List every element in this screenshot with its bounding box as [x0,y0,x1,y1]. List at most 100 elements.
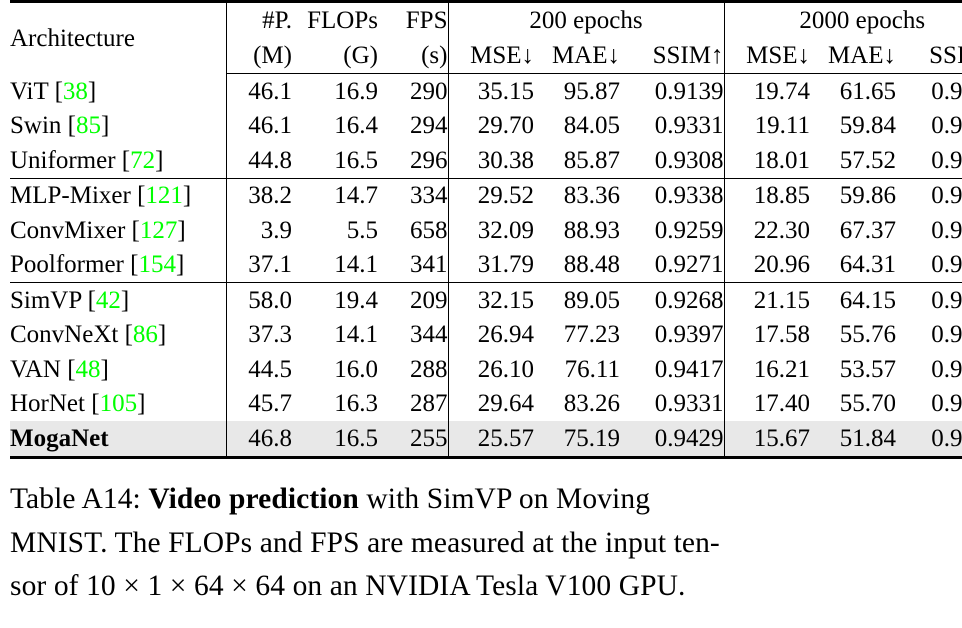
citation-number[interactable]: 105 [100,390,138,417]
cell-mse-2000: 20.96 [723,247,810,283]
header-fps-unit: (s) [378,37,448,74]
arch-name: MogaNet [10,424,109,452]
cell-flops: 14.1 [292,247,378,283]
citation-number[interactable]: 121 [145,182,183,209]
cell-ssim-2000: 0.9584 [931,112,962,140]
citation-number[interactable]: 86 [133,321,158,348]
cell-flops: 14.1 [334,321,378,349]
cell-ssim-2000: 0.9617 [931,321,962,349]
cell-ssim-200: 0.9417 [654,355,724,383]
table-row: MogaNet 46.8 16.5 255 25.57 75.19 0.9429 15.67 5… [10,421,962,459]
cell-fps: 255 [378,421,448,459]
cell-mse-2000: 19.74 [723,73,810,109]
cell-params: 46.1 [225,108,292,143]
cell-mae-200: 85.87 [534,143,620,179]
citation-bracket: [ [124,321,133,349]
citation-number[interactable]: 154 [138,251,176,278]
citation-bracket: ] [157,321,167,349]
citation-number[interactable]: 38 [63,78,88,105]
results-table-body: Architecture #P. FLOPs FPS 200 epochs 2000 ep… [10,0,962,459]
citation-number[interactable]: 48 [76,356,101,383]
cell-mae-2000: 59.86 [839,182,896,210]
arch-name: Uniformer [10,146,116,174]
cell-flops: 16.5 [292,421,378,459]
cell-architecture: MogaNet [10,421,226,459]
citation-bracket: ] [100,112,110,140]
cell-ssim-2000: 0.9624 [931,390,962,418]
header-architecture: Architecture [10,0,226,74]
citation-bracket: ] [175,251,185,279]
cell-params: 38.2 [225,178,292,213]
cell-flops: 16.0 [334,355,378,383]
cell-mae-200: 89.05 [563,286,620,314]
cell-ssim-200: 0.9139 [654,77,724,105]
cell-mse-200: 30.38 [447,143,534,179]
cell-params: 44.5 [225,352,292,387]
citation-bracket: [ [87,286,96,314]
cell-architecture: MLP-Mixer [121] [10,178,226,213]
citation-bracket: [ [54,77,63,105]
citation-bracket: ] [120,286,130,314]
caption-line-3: sor of 10 × 1 × 64 × 64 on an NVIDIA Tes… [10,570,686,603]
cell-ssim-200: 0.9338 [654,182,724,210]
cell-architecture: Poolformer [154] [10,247,226,283]
cell-mae-200: 88.93 [563,216,620,244]
cell-architecture: Uniformer [72] [10,143,226,179]
arch-name: Poolformer [10,251,124,279]
table-row: Swin [85] 46.1 16.4 294 29.70 84.05 0.9331 19.1… [10,108,962,144]
cell-architecture: Swin [85] [10,109,226,144]
cell-mse-200: 29.70 [447,108,534,143]
table-row: ConvMixer [127] 3.9 5.5 658 32.09 88.93 0.9259… [10,213,962,248]
citation-number[interactable]: 85 [76,112,101,139]
citation-number[interactable]: 127 [140,217,178,244]
cell-ssim-200: 0.9308 [620,143,724,179]
caption-line-1: Table A14: Video prediction with SimVP o… [10,478,952,522]
caption-line-1-rest: with SimVP on Moving [366,483,651,515]
cell-ssim-2000: 0.9536 [931,286,962,314]
cell-mse-200: 26.10 [447,352,534,387]
cell-mae-2000: 67.37 [839,216,896,244]
caption-line-2: MNIST. The FLOPs and FPS are measured at… [10,526,720,559]
cell-mse-200: 29.52 [447,178,534,213]
citation-bracket: ] [87,77,97,105]
citation-number[interactable]: 72 [130,147,155,174]
arch-name: VAN [10,355,61,383]
cell-mae-200: 83.26 [563,390,620,418]
header-mse-200: MSE↓ [447,37,534,74]
header-params: #P. [225,0,292,37]
table-row: ViT [38] 46.1 16.9 290 35.15 95.87 0.9139 19.74… [10,73,962,109]
cell-mae-200: 84.05 [563,112,620,140]
cell-mse-2000: 21.15 [723,282,810,318]
cell-ssim-200: 0.9397 [654,321,724,349]
cell-mae-200: 77.23 [563,321,620,349]
cell-mae-2000: 53.57 [839,355,896,383]
citation-bracket: [ [67,355,76,383]
cell-architecture: SimVP [42] [10,283,226,318]
paper-table-figure: Architecture #P. FLOPs FPS 200 epochs 2000 ep… [0,0,962,628]
table-row: SimVP [42] 58.0 19.4 209 32.15 89.05 0.9268 21.… [10,282,962,318]
header-flops-unit: (G) [292,37,378,74]
cell-params: 46.1 [225,73,292,109]
citation-bracket: ] [137,390,146,418]
cell-params: 3.9 [225,213,292,248]
cell-mae-200: 75.19 [534,421,620,459]
cell-ssim-2000: 0.9507 [931,216,962,244]
cell-mse-200: 35.15 [447,73,534,109]
table-row: ConvNeXt [86] 37.3 14.1 344 26.94 77.23 0.9397… [10,317,962,352]
table-caption: Table A14: Video prediction with SimVP o… [10,478,952,609]
cell-mse-2000: 19.11 [723,108,810,143]
cell-mse-2000: 22.30 [723,213,810,248]
cell-mse-2000: 18.85 [723,178,810,213]
cell-ssim-2000: 0.9646 [931,355,962,383]
cell-architecture: ConvMixer [127] [10,213,226,248]
cell-mse-200: 32.09 [447,213,534,248]
cell-ssim-200: 0.9331 [654,390,724,418]
cell-params: 37.3 [225,317,292,352]
citation-number[interactable]: 42 [96,287,121,314]
header-group-2000-epochs: 2000 epochs [723,0,962,37]
cell-mse-200: 29.64 [447,386,534,421]
arch-name: ConvNeXt [10,321,119,349]
cell-ssim-200: 0.9331 [654,112,724,140]
cell-fps: 296 [378,143,448,179]
header-mae-2000: MAE↓ [810,37,896,74]
